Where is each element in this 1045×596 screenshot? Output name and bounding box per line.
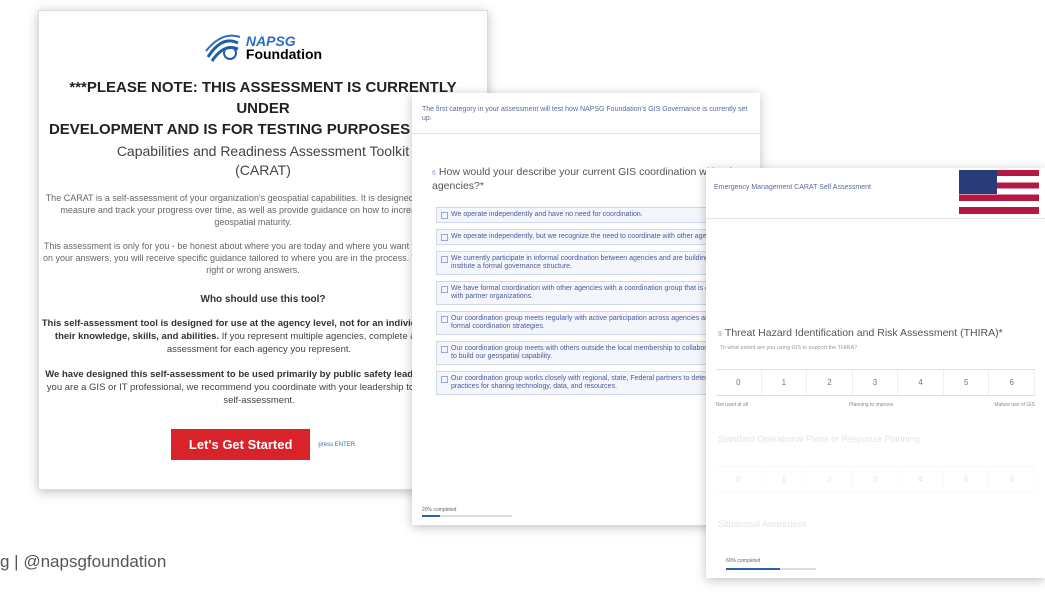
leadership-bold: We have designed this self-assessment to…	[45, 369, 465, 380]
category-intro: The first category in your assessment wi…	[412, 93, 760, 134]
rating-option[interactable]: 5	[944, 370, 990, 395]
assessment-header: Emergency Management CARAT Self Assessme…	[706, 168, 1045, 219]
globe-logo-icon	[204, 33, 242, 63]
thira-question-card: Emergency Management CARAT Self Assessme…	[706, 168, 1045, 578]
assessment-title: Emergency Management CARAT Self Assessme…	[714, 184, 871, 191]
next-question-faded: Standard Operational Plans or Response P…	[706, 408, 1045, 533]
rating-option[interactable]: 2	[807, 370, 853, 395]
progress-bar	[422, 515, 512, 517]
rating-option[interactable]: 3	[853, 467, 899, 492]
progress-bar	[726, 568, 816, 570]
rating-option[interactable]: 2	[807, 467, 853, 492]
rating-option[interactable]: 6	[989, 467, 1036, 492]
rating-option[interactable]: 1	[762, 370, 808, 395]
logo-subname: Foundation	[245, 46, 323, 62]
rating-option[interactable]: 0	[716, 467, 762, 492]
progress-label: 60% completed	[726, 558, 761, 564]
napsg-logo: NAPSG Foundation	[39, 33, 487, 63]
progress-fill	[726, 568, 780, 570]
question-number: 9	[718, 331, 722, 338]
rating-option[interactable]: 4	[898, 467, 944, 492]
get-started-button[interactable]: Let's Get Started	[170, 429, 311, 460]
progress-label: 20% completed	[422, 507, 457, 513]
progress-fill	[422, 515, 440, 517]
intro-paragraph: The CARAT is a self-assessment of your o…	[45, 193, 461, 227]
rating-option[interactable]: 1	[762, 467, 808, 492]
us-flag-image	[959, 170, 1039, 214]
question-instruction: To what extent are you using GIS to supp…	[720, 345, 858, 351]
rating-option[interactable]: 5	[944, 467, 990, 492]
question-text: Threat Hazard Identification and Risk As…	[724, 327, 1003, 339]
rating-option[interactable]: 3	[853, 370, 899, 395]
rating-option[interactable]: 6	[989, 370, 1036, 395]
honesty-paragraph: This assessment is only for you - be hon…	[42, 241, 464, 275]
rating-scale: 0 1 2 3 4 5 6	[716, 369, 1036, 396]
next-rating-scale: 0 1 2 3 4 5 6	[716, 466, 1036, 493]
question-heading: 9 Threat Hazard Identification and Risk A…	[706, 219, 1045, 345]
enter-hint: press ENTER	[318, 441, 356, 448]
question-text: How would your describe your current GIS…	[432, 166, 745, 192]
rating-option[interactable]: 0	[716, 370, 762, 395]
social-handle-footer: g | @napsgfoundation	[0, 552, 167, 571]
third-question-text: Situational Awareness	[718, 519, 807, 529]
rating-option[interactable]: 4	[898, 370, 944, 395]
question-number: 6	[432, 170, 436, 177]
next-question-text: Standard Operational Plans or Response P…	[718, 434, 920, 444]
